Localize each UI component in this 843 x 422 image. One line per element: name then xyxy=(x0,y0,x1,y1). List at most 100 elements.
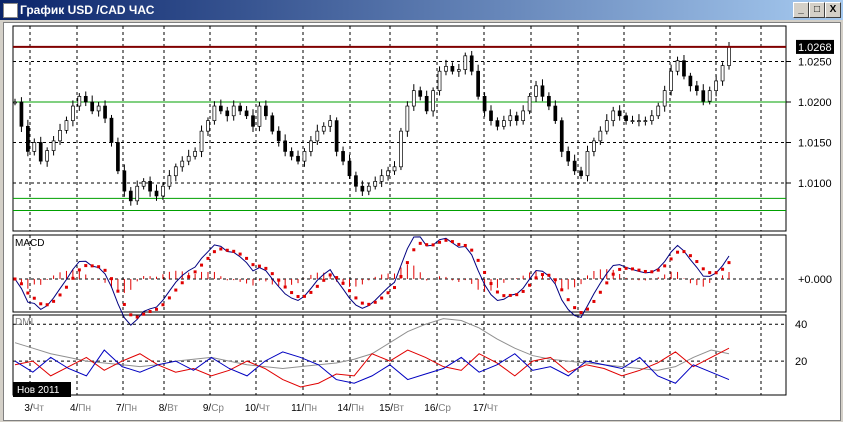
macd-signal-point xyxy=(585,307,589,311)
chart-canvas[interactable]: 1.0250 1.0200 1.0150 1.0100 1.0268 +0.000 MACD… xyxy=(1,1,837,414)
candle-body xyxy=(534,85,538,97)
macd-signal-point xyxy=(264,266,268,270)
macd-signal-point xyxy=(328,273,332,277)
candle-body xyxy=(559,120,564,152)
candle-body xyxy=(51,140,56,151)
candle-body xyxy=(148,181,152,192)
macd-signal-point xyxy=(393,286,397,290)
macd-signal-point xyxy=(277,278,281,282)
candle-body xyxy=(373,181,378,187)
macd-signal-point xyxy=(528,283,532,287)
macd-signal-point xyxy=(547,273,551,277)
macd-signal-point xyxy=(309,290,313,294)
macd-signal-point xyxy=(90,264,94,268)
candle-body xyxy=(611,110,616,121)
candle-body xyxy=(592,140,596,152)
x-axis-label: 3/Чт xyxy=(24,403,44,414)
macd-signal-point xyxy=(373,300,377,304)
period-label: Нов 2011 xyxy=(17,385,60,396)
x-axis-label: 15/Вт xyxy=(379,403,404,414)
candle-body xyxy=(489,110,493,121)
price-tick-label: 1.0100 xyxy=(798,178,832,190)
candle-body xyxy=(495,120,500,127)
macd-signal-point xyxy=(39,302,43,306)
candle-body xyxy=(527,95,532,112)
candle-body xyxy=(270,115,275,132)
candle-body xyxy=(637,120,641,122)
macd-signal-point xyxy=(142,312,146,316)
candle-body xyxy=(231,105,236,117)
candle-body xyxy=(598,130,603,142)
candle-body xyxy=(521,110,526,121)
candle-body xyxy=(128,190,133,202)
candle-body xyxy=(116,142,120,172)
candle-body xyxy=(437,70,442,92)
macd-signal-point xyxy=(495,290,499,294)
macd-signal-point xyxy=(631,267,635,271)
macd-signal-point xyxy=(245,256,249,260)
macd-signal-point xyxy=(97,265,101,269)
macd-signal-point xyxy=(315,284,319,288)
candle-body xyxy=(193,151,197,157)
candle-body xyxy=(296,155,300,162)
macd-signal-point xyxy=(200,263,204,267)
macd-signal-point xyxy=(412,248,416,252)
candle-body xyxy=(161,185,165,197)
candle-body xyxy=(482,95,487,112)
macd-signal-point xyxy=(560,288,564,292)
price-tick-label: 1.0250 xyxy=(798,57,832,69)
macd-signal-point xyxy=(618,267,622,271)
macd-signal-point xyxy=(225,248,229,252)
candle-body xyxy=(405,105,410,132)
candle-body xyxy=(167,175,172,187)
macd-signal-point xyxy=(714,271,718,275)
macd-signal-point xyxy=(129,313,133,317)
macd-signal-point xyxy=(515,293,519,297)
candle-body xyxy=(701,90,706,102)
candle-body xyxy=(321,125,326,132)
candle-body xyxy=(444,66,448,72)
macd-signal-point xyxy=(701,267,705,271)
macd-signal-point xyxy=(470,248,474,252)
macd-signal-point xyxy=(354,296,358,300)
candle-body xyxy=(71,105,75,121)
macd-signal-point xyxy=(450,240,454,244)
candle-body xyxy=(45,150,50,162)
macd-signal-point xyxy=(605,281,609,285)
candle-body xyxy=(96,105,101,112)
candle-body xyxy=(90,101,95,112)
x-axis-label: 11/Пн xyxy=(291,403,317,414)
macd-signal-point xyxy=(489,282,493,286)
candle-body xyxy=(566,151,571,162)
candle-body xyxy=(463,55,468,70)
candle-body xyxy=(707,90,712,102)
price-tick-label: 1.0200 xyxy=(798,97,832,109)
macd-signal-point xyxy=(290,291,294,295)
macd-signal-point xyxy=(682,250,686,254)
candle-body xyxy=(727,46,731,66)
macd-signal-point xyxy=(534,276,538,280)
candle-body xyxy=(244,110,249,117)
x-axis-label: 14/Пн xyxy=(337,403,364,414)
x-axis-label: 17/Чт xyxy=(473,403,499,414)
macd-signal-point xyxy=(399,275,403,279)
macd-signal-point xyxy=(637,268,641,272)
x-axis-label: 16/Ср xyxy=(424,403,451,414)
candle-body xyxy=(604,120,609,132)
macd-signal-point xyxy=(193,270,197,274)
macd-signal-point xyxy=(483,270,487,274)
macd-signal-point xyxy=(257,264,261,268)
macd-signal-point xyxy=(688,254,692,258)
candle-body xyxy=(77,95,82,107)
candle-body xyxy=(38,142,43,162)
macd-signal-point xyxy=(187,275,191,279)
macd-signal-point xyxy=(167,296,171,300)
macd-signal-point xyxy=(656,268,660,272)
macd-signal-point xyxy=(26,291,30,295)
chart-area[interactable]: 1.0250 1.0200 1.0150 1.0100 1.0268 +0.000 MACD… xyxy=(3,22,841,421)
candle-body xyxy=(135,185,140,202)
candle-body xyxy=(276,130,281,142)
macd-signal-point xyxy=(695,260,699,264)
price-tick-label: 1.0150 xyxy=(798,138,832,150)
candle-body xyxy=(656,105,661,117)
